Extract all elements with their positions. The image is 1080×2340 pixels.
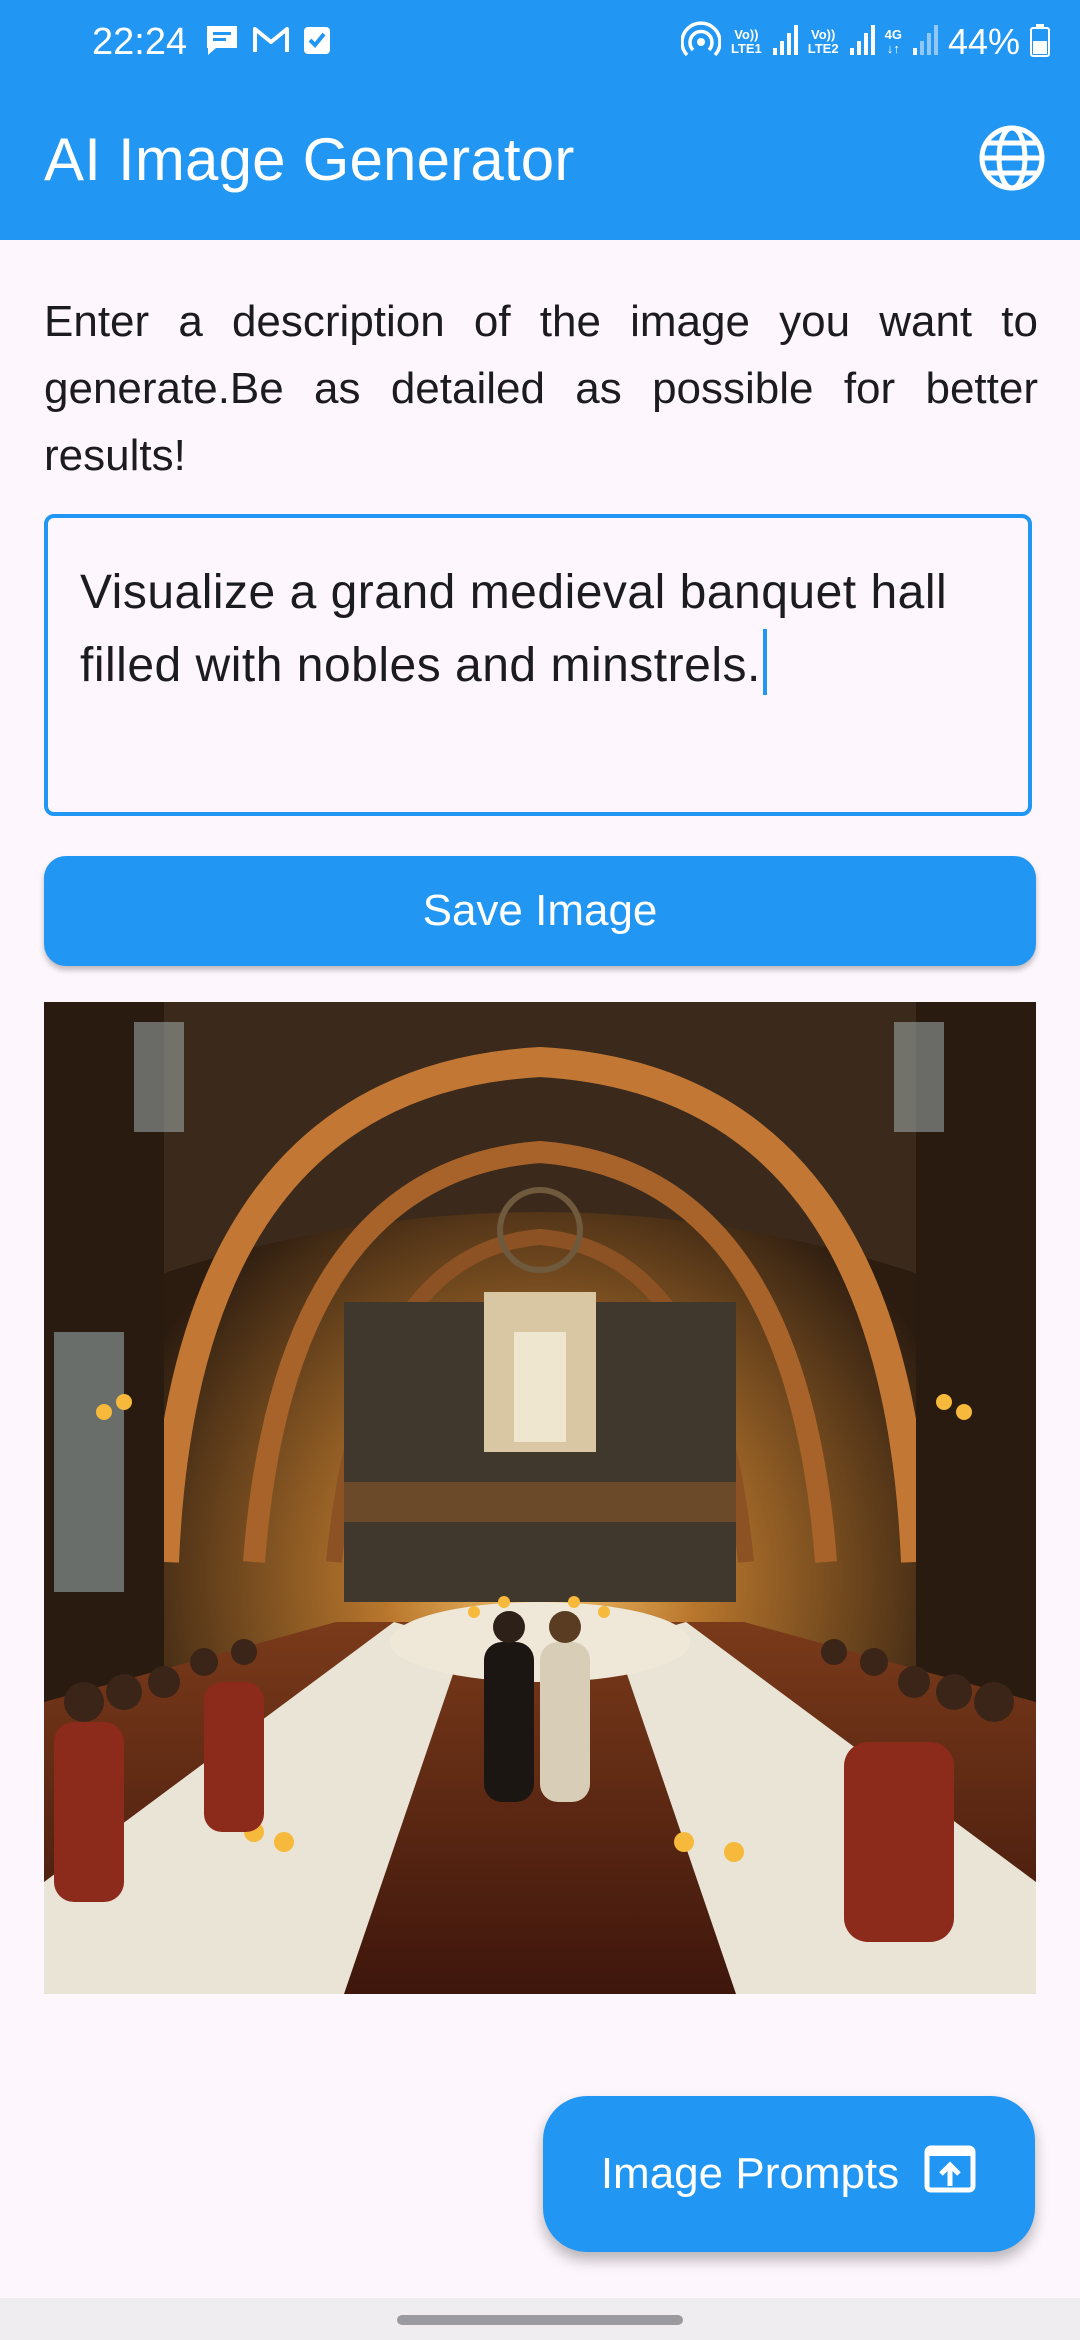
gesture-handle[interactable] <box>397 2315 683 2325</box>
status-time: 22:24 <box>92 21 188 63</box>
check-box-icon <box>302 24 332 61</box>
navigation-bar <box>0 2298 1080 2340</box>
image-prompts-label: Image Prompts <box>600 2149 900 2198</box>
text-cursor <box>762 629 767 695</box>
app-header: 22:24 Vo)) LTE1 Vo)) LTE2 4G ↓↑ 44% AI I… <box>0 0 1080 240</box>
battery-icon <box>1030 23 1050 62</box>
system-icons: Vo)) LTE1 Vo)) LTE2 4G ↓↑ 44% <box>680 18 1050 66</box>
message-icon <box>204 23 240 62</box>
image-prompts-button[interactable]: Image Prompts <box>543 2096 1035 2252</box>
generated-image <box>44 1002 1036 1994</box>
signal-icon <box>849 24 875 61</box>
save-image-button[interactable]: Save Image <box>44 856 1036 966</box>
volte-lte2-icon: Vo)) LTE2 <box>807 27 839 56</box>
status-bar: 22:24 Vo)) LTE1 Vo)) LTE2 4G ↓↑ 44% <box>0 0 1080 84</box>
open-in-app-icon <box>923 2144 977 2205</box>
prompt-input-value[interactable]: Visualize a grand medieval banquet hall … <box>80 566 947 692</box>
gmail-icon <box>252 25 290 60</box>
language-button[interactable] <box>974 122 1050 198</box>
signal-icon <box>772 24 798 61</box>
signal-weak-icon <box>912 24 938 61</box>
notification-icons <box>204 22 332 62</box>
page-title: AI Image Generator <box>44 126 575 193</box>
prompt-input[interactable]: Visualize a grand medieval banquet hall … <box>44 514 1032 816</box>
globe-icon <box>977 123 1047 198</box>
battery-percent: 44% <box>947 21 1020 62</box>
volte-lte1-icon: Vo)) LTE1 <box>730 27 762 56</box>
hotspot-icon <box>680 20 722 65</box>
4g-data-icon: 4G ↓↑ <box>884 27 902 56</box>
instructions-text: Enter a description of the image you wan… <box>44 297 1038 480</box>
